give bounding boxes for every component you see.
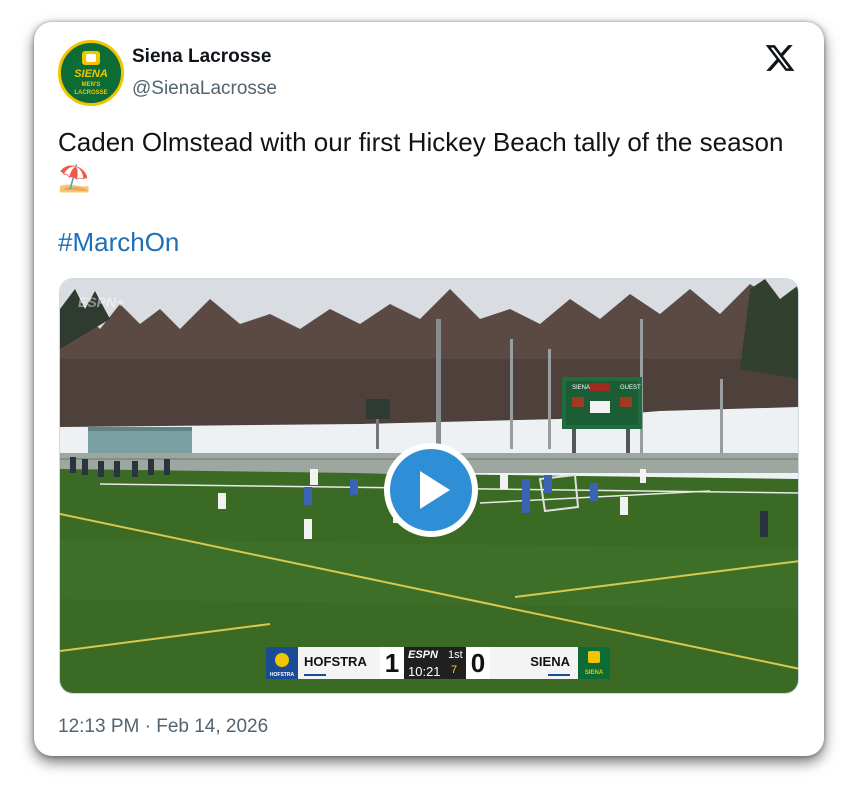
- tweet-card[interactable]: SIENA MEN'S LACROSSE Siena Lacrosse @Sie…: [34, 22, 824, 756]
- siena-logo-icon: SIENA MEN'S LACROSSE: [61, 43, 121, 103]
- home-score: 0: [466, 647, 490, 679]
- game-clock: 10:21: [408, 664, 441, 679]
- video-player[interactable]: SIENA GUEST ESPN+ HOFSTRA HOFSTRA 1 ESPN…: [59, 278, 799, 694]
- svg-text:SIENA: SIENA: [74, 68, 108, 80]
- x-logo-icon[interactable]: [764, 42, 796, 74]
- hashtag-link[interactable]: #MarchOn: [58, 227, 179, 258]
- play-icon: [390, 449, 472, 531]
- svg-text:SIENA: SIENA: [572, 385, 590, 391]
- away-team-name: HOFSTRA: [298, 647, 380, 679]
- svg-text:GUEST: GUEST: [620, 385, 641, 391]
- play-button[interactable]: [384, 443, 478, 537]
- avatar[interactable]: SIENA MEN'S LACROSSE: [58, 40, 124, 106]
- svg-text:HOFSTRA: HOFSTRA: [270, 672, 295, 678]
- svg-text:MEN'S: MEN'S: [82, 82, 101, 88]
- svg-text:SIENA: SIENA: [585, 670, 604, 676]
- siena-scorebug-logo-icon: SIENA: [578, 647, 610, 679]
- svg-text:ESPN+: ESPN+: [78, 294, 124, 310]
- author-handle[interactable]: @SienaLacrosse: [132, 78, 277, 100]
- game-clock-panel: ESPN 1st 10:21 7: [404, 647, 466, 679]
- hofstra-logo-icon: HOFSTRA: [266, 647, 298, 679]
- tweet-text: Caden Olmstead with our first Hickey Bea…: [58, 127, 784, 193]
- author-name[interactable]: Siena Lacrosse: [132, 46, 271, 68]
- shot-clock: 7: [451, 664, 458, 676]
- period: 1st: [448, 649, 463, 661]
- home-team-name: SIENA: [490, 647, 578, 679]
- network-logo: ESPN: [408, 649, 438, 661]
- tweet-timestamp[interactable]: 12:13 PM · Feb 14, 2026: [58, 716, 268, 738]
- svg-text:LACROSSE: LACROSSE: [74, 90, 107, 96]
- scorebug: HOFSTRA HOFSTRA 1 ESPN 1st 10:21 7 0 SIE…: [266, 647, 610, 679]
- away-score: 1: [380, 647, 404, 679]
